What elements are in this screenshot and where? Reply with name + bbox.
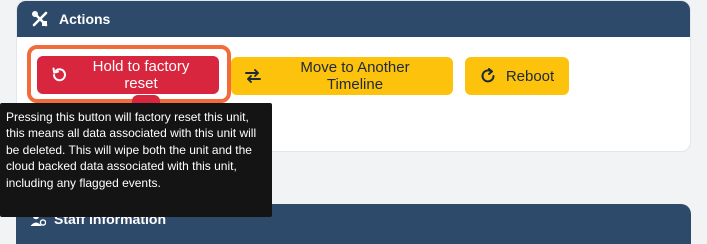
tools-icon [31,10,49,28]
actions-panel-header: Actions [17,1,690,37]
reboot-icon [480,68,496,84]
actions-panel-title: Actions [59,11,111,27]
move-timeline-button[interactable]: Move to Another Timeline [231,57,453,95]
factory-reset-label: Hold to factory reset [92,58,190,92]
factory-reset-button[interactable]: Hold to factory reset [37,56,219,94]
reset-icon [51,67,67,83]
swap-arrows-icon [245,68,261,84]
reboot-label: Reboot [505,67,555,85]
reboot-button[interactable]: Reboot [465,57,569,95]
factory-reset-tooltip: Pressing this button will factory reset … [0,103,272,217]
move-timeline-label: Move to Another Timeline [300,59,410,93]
